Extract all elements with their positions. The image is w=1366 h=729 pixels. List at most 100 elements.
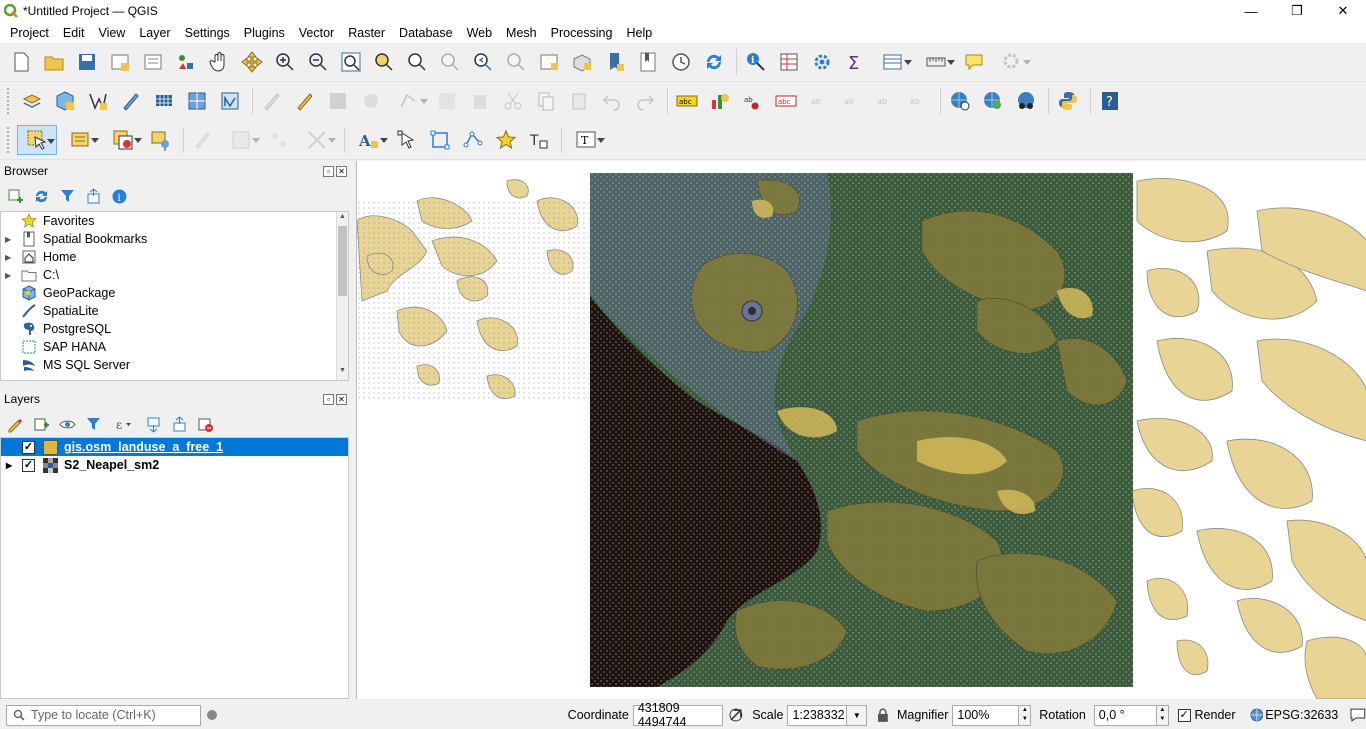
open-attribute-table-icon[interactable] bbox=[873, 47, 913, 77]
locator-search-input[interactable]: Type to locate (Ctrl+K) bbox=[6, 704, 201, 726]
new-bookmark-icon[interactable] bbox=[600, 47, 630, 77]
close-panel-icon[interactable]: ✕ bbox=[336, 165, 347, 177]
text-annotation-icon[interactable]: T bbox=[524, 125, 554, 155]
browser-item-c-drive[interactable]: ▶ C:\ bbox=[1, 266, 348, 284]
map-canvas[interactable] bbox=[356, 161, 1366, 699]
menu-database[interactable]: Database bbox=[392, 26, 460, 40]
new-virtual-layer-icon[interactable] bbox=[182, 86, 212, 116]
openlayers-icon[interactable] bbox=[1011, 86, 1041, 116]
menu-plugins[interactable]: Plugins bbox=[237, 26, 292, 40]
menu-project[interactable]: Project bbox=[3, 26, 56, 40]
new-mesh-layer-icon[interactable] bbox=[149, 86, 179, 116]
remove-layer-icon[interactable] bbox=[195, 414, 215, 434]
zoom-last-icon[interactable] bbox=[468, 47, 498, 77]
refresh-icon[interactable] bbox=[699, 47, 729, 77]
menu-mesh[interactable]: Mesh bbox=[499, 26, 544, 40]
label-annotation-icon[interactable]: A bbox=[349, 125, 389, 155]
add-feature-icon[interactable] bbox=[356, 86, 386, 116]
collapse-all-layers-icon[interactable] bbox=[169, 414, 189, 434]
save-edits-icon[interactable] bbox=[323, 86, 353, 116]
add-selected-layers-icon[interactable] bbox=[5, 186, 25, 206]
zoom-out-icon[interactable] bbox=[303, 47, 333, 77]
rotation-field[interactable]: 0,0 ° bbox=[1093, 704, 1157, 726]
help-icon[interactable]: ? bbox=[1095, 86, 1125, 116]
browser-item-sap-hana[interactable]: SAP HANA bbox=[1, 338, 348, 356]
current-edits-icon[interactable] bbox=[257, 86, 287, 116]
pin-labels-icon[interactable]: ab bbox=[738, 86, 768, 116]
save-project-icon[interactable] bbox=[72, 47, 102, 77]
browser-item-mssql[interactable]: MS SQL Server bbox=[1, 356, 348, 374]
measure-icon[interactable] bbox=[916, 47, 956, 77]
toolbar-grip[interactable] bbox=[6, 125, 11, 154]
new-3d-view-icon[interactable] bbox=[567, 47, 597, 77]
select-features-icon[interactable] bbox=[17, 124, 57, 155]
show-hide-labels-icon[interactable]: ab bbox=[804, 86, 834, 116]
rotation-spinner[interactable]: ▲ ▼ bbox=[1156, 704, 1169, 726]
text-format-icon[interactable]: T bbox=[566, 125, 606, 155]
zoom-to-layer-icon[interactable] bbox=[402, 47, 432, 77]
toggle-editing-icon[interactable] bbox=[290, 86, 320, 116]
undock-icon[interactable]: ▫ bbox=[323, 165, 334, 177]
cut-features-icon[interactable] bbox=[498, 86, 528, 116]
undo-icon[interactable] bbox=[597, 86, 627, 116]
python-console-icon[interactable] bbox=[1053, 86, 1083, 116]
select-by-value-icon[interactable] bbox=[60, 125, 100, 155]
open-layer-styling-icon[interactable] bbox=[5, 414, 25, 434]
pan-icon[interactable] bbox=[204, 47, 234, 77]
zoom-full-icon[interactable] bbox=[336, 47, 366, 77]
coordinate-field[interactable]: 431809 4494744 bbox=[632, 701, 724, 729]
browser-item-favorites[interactable]: Favorites bbox=[1, 212, 348, 230]
menu-edit[interactable]: Edit bbox=[56, 26, 92, 40]
attribute-table-icon[interactable] bbox=[774, 47, 804, 77]
expand-arrow-icon[interactable]: ▶ bbox=[5, 235, 13, 244]
toolbar-grip[interactable] bbox=[6, 87, 11, 115]
identify-icon[interactable]: i bbox=[741, 47, 771, 77]
browser-item-spatial-bookmarks[interactable]: ▶ Spatial Bookmarks bbox=[1, 230, 348, 248]
properties-icon[interactable]: i bbox=[109, 186, 129, 206]
zoom-to-selection-icon[interactable] bbox=[369, 47, 399, 77]
close-panel-icon[interactable]: ✕ bbox=[336, 393, 347, 405]
statistics-icon[interactable]: Σ bbox=[840, 47, 870, 77]
magnifier-field[interactable]: 100% bbox=[952, 704, 1020, 726]
open-project-icon[interactable] bbox=[39, 47, 69, 77]
scrollbar-thumb[interactable] bbox=[338, 226, 347, 296]
new-temporary-layer-icon[interactable] bbox=[83, 86, 113, 116]
map-tips-icon[interactable] bbox=[959, 47, 989, 77]
menu-help[interactable]: Help bbox=[619, 26, 659, 40]
add-group-icon[interactable] bbox=[31, 414, 51, 434]
expand-all-icon[interactable] bbox=[143, 414, 163, 434]
menu-layer[interactable]: Layer bbox=[132, 26, 177, 40]
temporal-controller-icon[interactable] bbox=[666, 47, 696, 77]
digitize-icon[interactable] bbox=[116, 86, 146, 116]
render-checkbox[interactable]: ✓ bbox=[1177, 708, 1191, 722]
filter-legend-icon[interactable] bbox=[83, 414, 103, 434]
zoom-native-icon[interactable] bbox=[435, 47, 465, 77]
scale-combobox[interactable]: 1:238332 bbox=[787, 704, 848, 726]
style-manager-icon[interactable] bbox=[171, 47, 201, 77]
layer-visibility-checkbox[interactable]: ✓ bbox=[22, 440, 35, 454]
browser-item-home[interactable]: ▶ Home bbox=[1, 248, 348, 266]
zoom-next-icon[interactable] bbox=[501, 47, 531, 77]
annotation-icon[interactable] bbox=[297, 125, 337, 155]
diagram-icon[interactable] bbox=[705, 86, 735, 116]
magnifier-spinner[interactable]: ▲ ▼ bbox=[1019, 704, 1032, 726]
layout-manager-icon[interactable] bbox=[138, 47, 168, 77]
advanced-digitizing-icon[interactable] bbox=[188, 125, 218, 155]
snapping-icon[interactable] bbox=[264, 125, 294, 155]
filter-by-expression-icon[interactable]: ε bbox=[109, 414, 137, 434]
shape-digitizing-icon[interactable] bbox=[221, 125, 261, 155]
expand-arrow-icon[interactable]: ▶ bbox=[5, 271, 13, 280]
expand-arrow-icon[interactable]: ▶ bbox=[5, 253, 13, 262]
split-parts-icon[interactable] bbox=[425, 125, 455, 155]
menu-vector[interactable]: Vector bbox=[292, 26, 341, 40]
wms-icon[interactable] bbox=[978, 86, 1008, 116]
scroll-down-icon[interactable]: ▼ bbox=[337, 367, 348, 379]
redo-icon[interactable] bbox=[630, 86, 660, 116]
lock-icon[interactable] bbox=[877, 708, 889, 722]
node-tool-icon[interactable] bbox=[392, 125, 422, 155]
minimize-button[interactable]: — bbox=[1228, 0, 1274, 22]
collapse-all-icon[interactable] bbox=[83, 186, 103, 206]
new-map-view-icon[interactable] bbox=[534, 47, 564, 77]
scale-dropdown-icon[interactable]: ▼ bbox=[847, 704, 868, 726]
messages-icon[interactable] bbox=[1350, 708, 1366, 722]
